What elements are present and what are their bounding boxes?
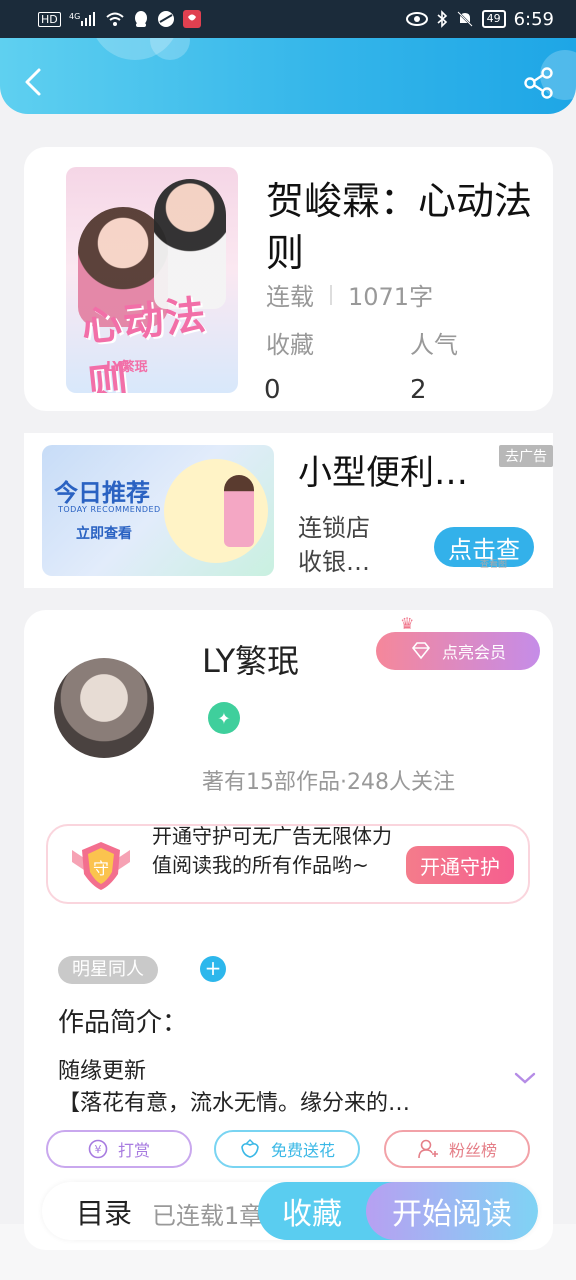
- yen-coin-icon: ¥: [88, 1139, 108, 1159]
- vip-button[interactable]: 点亮会员: [376, 632, 540, 670]
- ad-description-line: 收银…: [298, 548, 370, 576]
- vip-button-label: 点亮会员: [441, 643, 506, 662]
- ad-image-subtitle: TODAY RECOMMENDED: [58, 505, 161, 514]
- open-guard-button[interactable]: 开通守护: [406, 846, 514, 884]
- chevron-down-icon[interactable]: [514, 1066, 536, 1090]
- popularity-count: 2: [410, 375, 427, 405]
- cover-signature: LY繁珉: [106, 360, 148, 375]
- crown-icon: ♛: [400, 614, 415, 633]
- book-cover[interactable]: 心动法则 LY繁珉: [66, 167, 238, 393]
- popularity-label: 人气: [410, 331, 458, 359]
- catalog-button[interactable]: 目录: [76, 1192, 132, 1232]
- ad-image[interactable]: 今日推荐 TODAY RECOMMENDED 立即查看: [42, 445, 274, 576]
- bluetooth-icon: [436, 10, 448, 28]
- flower-icon: [241, 1139, 259, 1158]
- chapter-status: 已连载1章: [152, 1202, 264, 1230]
- ad-title: 小型便利…: [298, 453, 468, 493]
- intro-line: 【落花有意，流水无情。缘分来的…: [58, 1091, 411, 1116]
- hd-icon: HD: [38, 11, 61, 27]
- svg-text:4G: 4G: [69, 12, 80, 21]
- book-title: 贺峻霖：心动法则: [266, 179, 533, 275]
- send-flower-label: 免费送花: [270, 1141, 335, 1160]
- fans-ranking-label: 粉丝榜: [448, 1141, 497, 1160]
- svg-text:¥: ¥: [94, 1143, 101, 1156]
- ad-description: 连锁店 收银…: [298, 511, 370, 579]
- diamond-icon: [411, 642, 431, 660]
- ad-description-line: 连锁店: [298, 514, 370, 542]
- user-ranking-icon: [418, 1139, 438, 1159]
- wifi-icon: [105, 11, 125, 27]
- status-bar: HD 4G 49 6:59: [0, 0, 576, 38]
- divider: [330, 284, 332, 305]
- favorites-count: 0: [264, 375, 281, 405]
- handshake-badge-icon: ✦: [208, 702, 240, 734]
- app-icon: [182, 10, 201, 28]
- reward-button[interactable]: ¥ 打赏: [46, 1130, 192, 1168]
- favorites-label: 收藏: [266, 331, 314, 359]
- mute-bell-icon: [456, 10, 474, 28]
- intro-line: 随缘更新: [58, 1059, 147, 1084]
- intro-text: 随缘更新 【落花有意，流水无情。缘分来的…: [58, 1056, 478, 1120]
- guard-shield-char: 守: [93, 859, 109, 878]
- signal-icon: 4G: [69, 11, 97, 27]
- reward-label: 打赏: [117, 1141, 150, 1160]
- share-button[interactable]: [522, 66, 556, 100]
- guard-description: 开通守护可无广告无限体力值阅读我的所有作品哟~: [152, 824, 392, 877]
- ad-banner[interactable]: 今日推荐 TODAY RECOMMENDED 立即查看 小型便利… 去广告 连锁…: [24, 433, 553, 588]
- book-info-card: 心动法则 LY繁珉 贺峻霖：心动法则 连载 1071字 收藏 人气 0 2: [24, 147, 553, 411]
- app-header: HD 4G 49 6:59: [0, 0, 576, 114]
- qq-icon: [133, 10, 149, 28]
- author-card: LY繁珉 ♛ 点亮会员 ✦ 著有15部作品·248人关注 守 开通守护可无广告无…: [24, 610, 553, 1250]
- ad-image-button: 立即查看: [76, 526, 132, 542]
- back-arrow-icon: [25, 68, 41, 96]
- battery-indicator: 49: [481, 10, 506, 28]
- eye-icon: [405, 12, 428, 26]
- remove-ad-button[interactable]: 去广告: [499, 445, 553, 467]
- author-stats: 著有15部作品·248人关注: [202, 770, 455, 795]
- browser-icon: [157, 10, 175, 28]
- send-flower-button[interactable]: 免费送花: [214, 1130, 360, 1168]
- start-reading-button[interactable]: 开始阅读: [366, 1182, 538, 1240]
- word-count: 1071字: [348, 283, 434, 311]
- guard-shield-icon: 守: [72, 842, 130, 890]
- ad-image-title: 今日推荐: [54, 479, 150, 507]
- bottom-action-bar: 目录 已连载1章 收藏 开始阅读: [42, 1182, 538, 1240]
- cover-title-art: 心动法则: [79, 292, 210, 393]
- book-status: 连载: [266, 283, 314, 311]
- share-icon: [524, 67, 553, 99]
- plus-icon: +: [204, 956, 222, 980]
- tag-chip[interactable]: 明星同人: [58, 956, 158, 984]
- ad-tiny-text: 查看图: [480, 560, 508, 570]
- add-tag-button[interactable]: +: [200, 956, 226, 982]
- back-button[interactable]: [18, 62, 48, 102]
- avatar[interactable]: [54, 658, 154, 758]
- author-name[interactable]: LY繁珉: [202, 636, 299, 682]
- guard-promo: 守 开通守护可无广告无限体力值阅读我的所有作品哟~ 开通守护: [46, 824, 530, 904]
- intro-heading: 作品简介：: [58, 1008, 189, 1038]
- ad-figure: [224, 475, 254, 547]
- fans-ranking-button[interactable]: 粉丝榜: [384, 1130, 530, 1168]
- clock: 6:59: [513, 8, 554, 30]
- book-meta: 连载 1071字: [266, 277, 433, 312]
